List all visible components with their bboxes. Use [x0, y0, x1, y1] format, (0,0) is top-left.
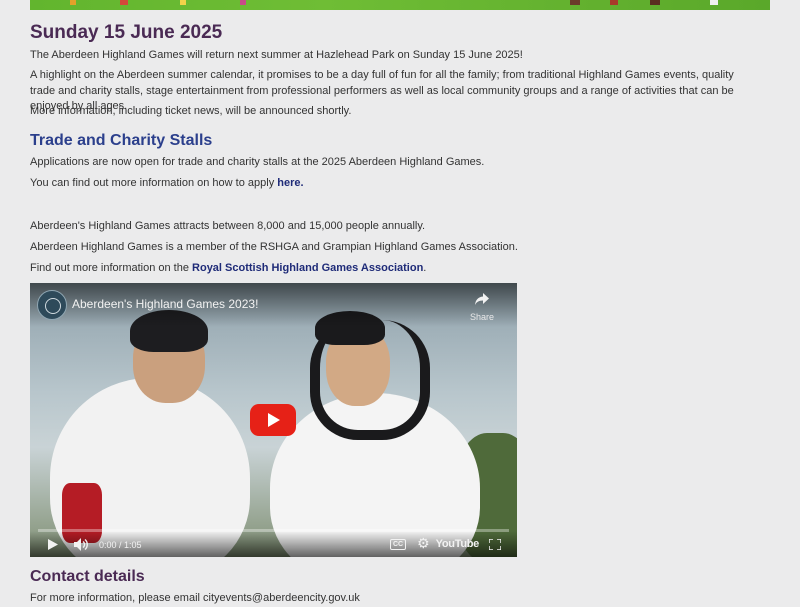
youtube-logo[interactable]: YouTube [436, 538, 480, 550]
video-player[interactable]: Aberdeen's Highland Games 2023! Share 0:… [30, 283, 517, 557]
banner-decoration [710, 0, 718, 5]
contact-text: For more information, please email citye… [30, 592, 360, 604]
apply-prefix: You can find out more information on how… [30, 177, 278, 189]
contact-heading: Contact details [30, 568, 145, 585]
share-label: Share [469, 312, 495, 322]
banner-decoration [610, 0, 618, 5]
rshga-link[interactable]: Royal Scottish Highland Games Associatio… [192, 262, 423, 274]
apply-link[interactable]: here. [277, 177, 303, 189]
play-icon[interactable] [48, 539, 58, 550]
share-button[interactable]: Share [469, 292, 495, 322]
banner-decoration [70, 0, 76, 5]
captions-icon[interactable]: CC [390, 539, 407, 550]
video-time: 0:00 / 1:05 [99, 540, 142, 550]
membership-text: Aberdeen Highland Games is a member of t… [30, 241, 518, 253]
stalls-heading: Trade and Charity Stalls [30, 132, 213, 149]
volume-icon[interactable] [74, 538, 89, 551]
more-info-text: More information, including ticket news,… [30, 105, 352, 117]
channel-logo-icon[interactable] [37, 290, 67, 320]
applications-text: Applications are now open for trade and … [30, 156, 485, 168]
banner-decoration [240, 0, 246, 5]
banner-decoration [180, 0, 186, 5]
apply-text: You can find out more information on how… [30, 176, 750, 192]
video-controls: 0:00 / 1:05 CC ⚙ YouTube [30, 531, 517, 557]
header-banner [30, 0, 770, 10]
find-suffix: . [423, 262, 427, 274]
share-icon [475, 293, 489, 305]
banner-decoration [120, 0, 128, 5]
fullscreen-icon[interactable] [489, 539, 501, 550]
find-out-text: Find out more information on the Royal S… [30, 261, 750, 277]
settings-gear-icon[interactable]: ⚙ [417, 535, 430, 552]
find-prefix: Find out more information on the [30, 262, 193, 274]
video-title[interactable]: Aberdeen's Highland Games 2023! [72, 297, 258, 311]
intro-text: The Aberdeen Highland Games will return … [30, 49, 523, 61]
page-title: Sunday 15 June 2025 [30, 22, 223, 43]
banner-decoration [650, 0, 660, 5]
attendance-text: Aberdeen's Highland Games attracts betwe… [30, 220, 426, 232]
banner-decoration [570, 0, 580, 5]
video-play-button[interactable] [250, 404, 296, 436]
